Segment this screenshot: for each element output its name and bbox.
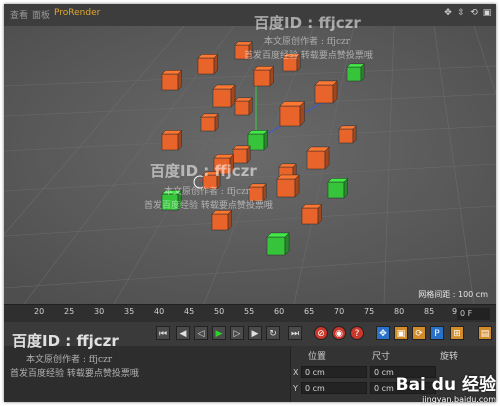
green-cube[interactable] bbox=[327, 177, 349, 199]
watermark-line1-top: 本文原创作者 : ffjczr bbox=[264, 37, 351, 47]
orange-cube[interactable] bbox=[161, 129, 183, 151]
watermark-id-mid: 百度ID : ffjczr bbox=[150, 162, 257, 180]
menu-view[interactable]: 查看 bbox=[10, 8, 28, 21]
move-view-icon[interactable]: ✥ bbox=[443, 8, 453, 18]
prev-frame-button[interactable]: ◁ bbox=[194, 326, 208, 340]
grid-spacing-label: 网格间距 : 100 cm bbox=[418, 290, 488, 299]
size-header: 尺寸 bbox=[372, 352, 391, 362]
rotation-header: 旋转 bbox=[440, 352, 459, 362]
pla-key-button[interactable]: ⊞ bbox=[450, 326, 464, 340]
orange-cube[interactable] bbox=[301, 203, 323, 225]
orange-cube[interactable] bbox=[338, 125, 357, 144]
orange-cube[interactable] bbox=[161, 69, 183, 91]
timeline-tick: 60 bbox=[274, 307, 285, 316]
timeline-tick: 80 bbox=[394, 307, 405, 316]
orange-cube[interactable] bbox=[234, 97, 253, 116]
orange-cube[interactable] bbox=[211, 209, 233, 231]
watermark-id-bottom: 百度ID : ffjczr bbox=[12, 332, 119, 350]
baidu-url-text: jingyan.baidu.com bbox=[422, 395, 496, 404]
timeline-tick: 25 bbox=[64, 307, 75, 316]
baidu-brand-text: Bai du 经验 bbox=[395, 375, 496, 395]
view-nav-icons: ✥ ⇳ ⟲ ▣ bbox=[443, 8, 492, 18]
watermark-line2-mid: 首发百度经验 转载要点赞投票哦 bbox=[144, 201, 273, 211]
timeline-tick: 45 bbox=[184, 307, 195, 316]
orange-cube[interactable] bbox=[197, 53, 219, 75]
scale-key-button[interactable]: ▣ bbox=[394, 326, 408, 340]
go-to-end-button[interactable]: ⏭ bbox=[288, 326, 302, 340]
axis-label-x: X bbox=[293, 368, 299, 377]
rotate-key-button[interactable]: ⟳ bbox=[412, 326, 426, 340]
watermark-line2-bottom: 首发百度经验 转载要点赞投票哦 bbox=[10, 369, 139, 379]
timeline-tick: 85 bbox=[424, 307, 435, 316]
timeline-tick: 40 bbox=[154, 307, 165, 316]
green-cube[interactable] bbox=[346, 63, 365, 82]
axis-label-y: Y bbox=[293, 384, 298, 393]
timeline-tick: 65 bbox=[304, 307, 315, 316]
orange-cube[interactable] bbox=[276, 174, 300, 198]
baidu-jingyan-logo: Bai du 经验 jingyan.baidu.com bbox=[396, 370, 496, 404]
timeline-ruler[interactable]: 20 25 30 35 40 45 50 55 60 65 70 75 80 8… bbox=[4, 304, 496, 324]
end-frame-field[interactable]: 0 F bbox=[457, 308, 490, 320]
loop-button[interactable]: ↻ bbox=[266, 326, 280, 340]
position-y-field[interactable]: 0 cm bbox=[301, 382, 367, 394]
next-frame-button[interactable]: ▷ bbox=[230, 326, 244, 340]
watermark-id-top: 百度ID : ffjczr bbox=[254, 14, 361, 32]
viewport-menubar: 查看 面板 ProRender ✥ ⇳ ⟲ ▣ bbox=[4, 4, 496, 27]
play-button[interactable]: ▶ bbox=[212, 326, 226, 340]
rotate-view-icon[interactable]: ⟲ bbox=[469, 8, 479, 18]
watermark-line2-top: 首发百度经验 转载要点赞投票哦 bbox=[244, 51, 373, 61]
watermark-line1-bottom: 本文原创作者 : ffjczr bbox=[26, 355, 113, 365]
go-to-start-button[interactable]: ⏮ bbox=[156, 326, 170, 340]
timeline-panel-button[interactable]: ▤ bbox=[478, 326, 492, 340]
timeline-tick: 20 bbox=[34, 307, 45, 316]
position-x-field[interactable]: 0 cm bbox=[301, 366, 367, 378]
keyframe-selection-button[interactable]: ? bbox=[350, 326, 364, 340]
orange-cube[interactable] bbox=[314, 80, 338, 104]
menu-panel[interactable]: 面板 bbox=[32, 8, 50, 21]
orange-cube[interactable] bbox=[212, 84, 236, 108]
orange-cube[interactable] bbox=[279, 100, 306, 127]
timeline-tick: 50 bbox=[214, 307, 225, 316]
orange-cube[interactable] bbox=[306, 146, 330, 170]
autokey-button[interactable]: ◉ bbox=[332, 326, 346, 340]
position-header: 位置 bbox=[308, 352, 327, 362]
zoom-view-icon[interactable]: ⇳ bbox=[456, 8, 466, 18]
timeline-tick: 70 bbox=[334, 307, 345, 316]
green-cube[interactable] bbox=[266, 232, 290, 256]
menu-prorender[interactable]: ProRender bbox=[54, 8, 100, 18]
timeline-tick: 30 bbox=[94, 307, 105, 316]
param-key-button[interactable]: P bbox=[430, 326, 444, 340]
watermark-line1-mid: 本文原创作者 : ffjczr bbox=[164, 187, 251, 197]
toggle-view-icon[interactable]: ▣ bbox=[482, 8, 492, 18]
timeline-tick: 75 bbox=[364, 307, 375, 316]
prev-key-button[interactable]: ◀ bbox=[176, 326, 190, 340]
timeline-tick: 55 bbox=[244, 307, 255, 316]
record-button[interactable]: ⊘ bbox=[314, 326, 328, 340]
move-key-button[interactable]: ✥ bbox=[376, 326, 390, 340]
timeline-tick: 35 bbox=[124, 307, 135, 316]
cinema4d-window: 查看 面板 ProRender ✥ ⇳ ⟲ ▣ 网格间距: 100 cm 20… bbox=[4, 4, 496, 402]
next-key-button[interactable]: ▶ bbox=[248, 326, 262, 340]
orange-cube[interactable] bbox=[200, 113, 219, 132]
green-cube[interactable] bbox=[247, 129, 269, 151]
orange-cube[interactable] bbox=[253, 65, 275, 87]
